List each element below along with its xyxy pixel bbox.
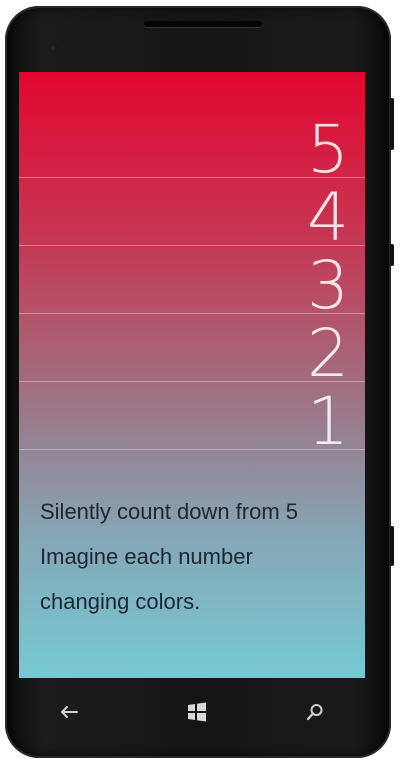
countdown-number-1: 1 [307,383,349,460]
countdown-number-3: 3 [307,247,349,324]
front-camera [49,44,57,52]
countdown-number-4: 4 [307,179,349,256]
instruction-text: Silently count down from 5 Imagine each … [40,489,355,624]
camera-button [390,526,394,566]
earpiece-speaker [144,21,262,27]
search-icon [306,704,323,721]
instruction-line-3: changing colors. [40,589,201,614]
back-button[interactable] [39,695,99,729]
volume-button [390,98,394,150]
countdown-number-5: 5 [307,111,349,188]
instruction-line-1: Silently count down from 5 [40,499,299,524]
back-arrow-icon [61,706,78,718]
search-button[interactable] [285,695,345,729]
instruction-line-2: Imagine each number [40,544,253,569]
windows-logo-icon [188,702,206,722]
power-button [390,244,394,266]
countdown-number-2: 2 [307,315,349,392]
app-screen: 5 4 3 2 1 Silently count down from 5 Ima… [19,72,365,678]
start-button[interactable] [167,695,227,729]
